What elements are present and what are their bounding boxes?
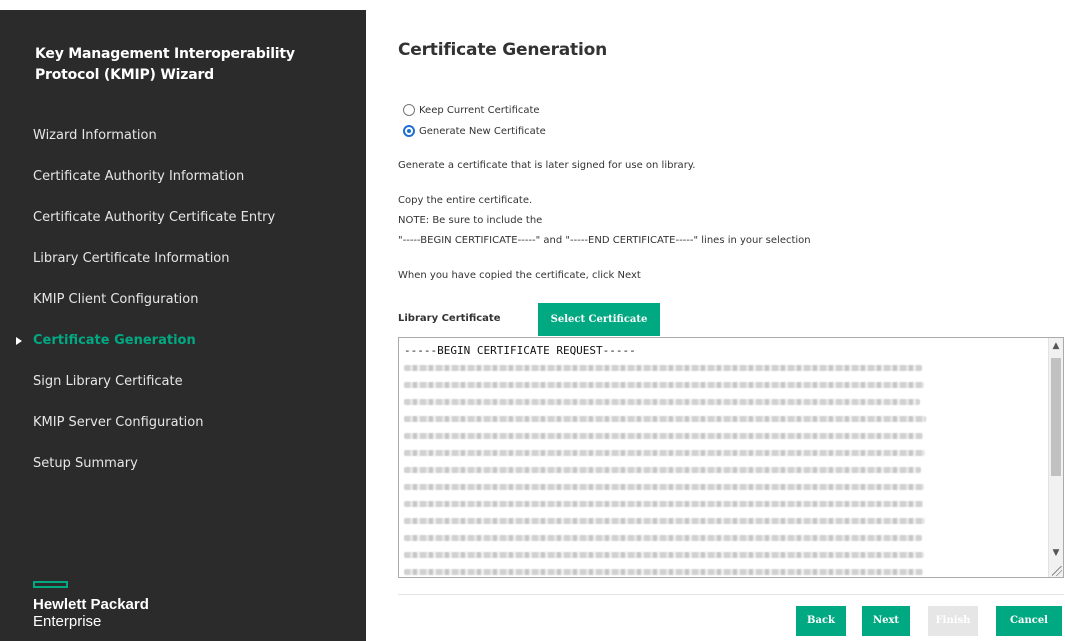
resize-grip-icon[interactable] <box>1052 566 1062 576</box>
main-panel: Certificate Generation Keep Current Cert… <box>366 0 1065 641</box>
certificate-redacted-line <box>404 399 920 405</box>
certificate-redacted-line <box>404 467 921 473</box>
certificate-redacted-line <box>404 552 924 558</box>
step-setup-summary[interactable]: Setup Summary <box>0 454 366 495</box>
certificate-redacted-line <box>404 450 925 456</box>
wizard-steps: Wizard Information Certificate Authority… <box>0 126 366 495</box>
step-kmip-client-configuration[interactable]: KMIP Client Configuration <box>0 290 366 331</box>
step-label: KMIP Client Configuration <box>33 292 199 307</box>
keep-certificate-label: Keep Current Certificate <box>419 104 540 116</box>
certificate-textarea[interactable]: -----BEGIN CERTIFICATE REQUEST----- ▲ ▼ <box>398 337 1064 578</box>
caret-right-icon <box>16 337 22 345</box>
generate-certificate-radio[interactable] <box>403 125 415 137</box>
certificate-redacted-line <box>404 501 923 507</box>
select-certificate-button[interactable]: Select Certificate <box>538 303 660 336</box>
certificate-redacted-line <box>404 382 924 388</box>
hpe-logo: Hewlett Packard Enterprise <box>33 581 233 630</box>
library-certificate-label: Library Certificate <box>398 313 501 324</box>
step-wizard-information[interactable]: Wizard Information <box>0 126 366 167</box>
step-label: Setup Summary <box>33 456 138 471</box>
cancel-button[interactable]: Cancel <box>996 606 1062 636</box>
step-label: Library Certificate Information <box>33 251 230 266</box>
certificate-redacted-line <box>404 535 922 541</box>
step-sign-library-certificate[interactable]: Sign Library Certificate <box>0 372 366 413</box>
step-label: Sign Library Certificate <box>33 374 183 389</box>
generate-certificate-option[interactable]: Generate New Certificate <box>403 123 546 139</box>
step-label: Certificate Authority Certificate Entry <box>33 210 276 225</box>
note-lines-text: "-----BEGIN CERTIFICATE-----" and "-----… <box>398 235 811 246</box>
finish-button[interactable]: Finish <box>928 606 978 636</box>
note-text: NOTE: Be sure to include the <box>398 215 543 226</box>
keep-certificate-option[interactable]: Keep Current Certificate <box>403 102 540 118</box>
wizard-sidebar: Key Management Interoperability Protocol… <box>0 10 366 641</box>
certificate-redacted-line <box>404 365 922 371</box>
step-certificate-authority-certificate-entry[interactable]: Certificate Authority Certificate Entry <box>0 208 366 249</box>
copy-instruction: Copy the entire certificate. <box>398 195 533 206</box>
step-certificate-authority-information[interactable]: Certificate Authority Information <box>0 167 366 208</box>
step-label: Wizard Information <box>33 128 157 143</box>
certificate-redacted-line <box>404 416 926 422</box>
keep-certificate-radio[interactable] <box>403 104 415 116</box>
chevron-up-icon[interactable]: ▲ <box>1049 338 1063 354</box>
hpe-logo-icon <box>33 581 68 588</box>
next-instruction: When you have copied the certificate, cl… <box>398 270 641 281</box>
chevron-down-icon[interactable]: ▼ <box>1049 545 1063 561</box>
certificate-redacted-line <box>404 518 925 524</box>
certificate-redacted-line <box>404 484 924 490</box>
textarea-scrollbar[interactable]: ▲ ▼ <box>1048 338 1063 577</box>
step-label: Certificate Generation <box>33 333 196 348</box>
step-certificate-generation[interactable]: Certificate Generation <box>0 331 366 372</box>
certificate-redacted-line <box>404 569 923 575</box>
footer-divider <box>398 594 1064 595</box>
back-button[interactable]: Back <box>796 606 846 636</box>
wizard-title: Key Management Interoperability Protocol… <box>35 46 295 83</box>
scrollbar-thumb[interactable] <box>1051 358 1061 476</box>
step-kmip-server-configuration[interactable]: KMIP Server Configuration <box>0 413 366 454</box>
logo-text-line1: Hewlett Packard <box>33 596 149 613</box>
step-library-certificate-information[interactable]: Library Certificate Information <box>0 249 366 290</box>
page-title: Certificate Generation <box>398 40 607 60</box>
logo-text-line2: Enterprise <box>33 613 102 630</box>
certificate-first-line: -----BEGIN CERTIFICATE REQUEST----- <box>404 344 636 357</box>
step-label: KMIP Server Configuration <box>33 415 204 430</box>
certificate-redacted-line <box>404 433 923 439</box>
generate-certificate-label: Generate New Certificate <box>419 125 546 137</box>
description-text: Generate a certificate that is later sig… <box>398 160 696 171</box>
step-label: Certificate Authority Information <box>33 169 245 184</box>
next-button[interactable]: Next <box>862 606 910 636</box>
